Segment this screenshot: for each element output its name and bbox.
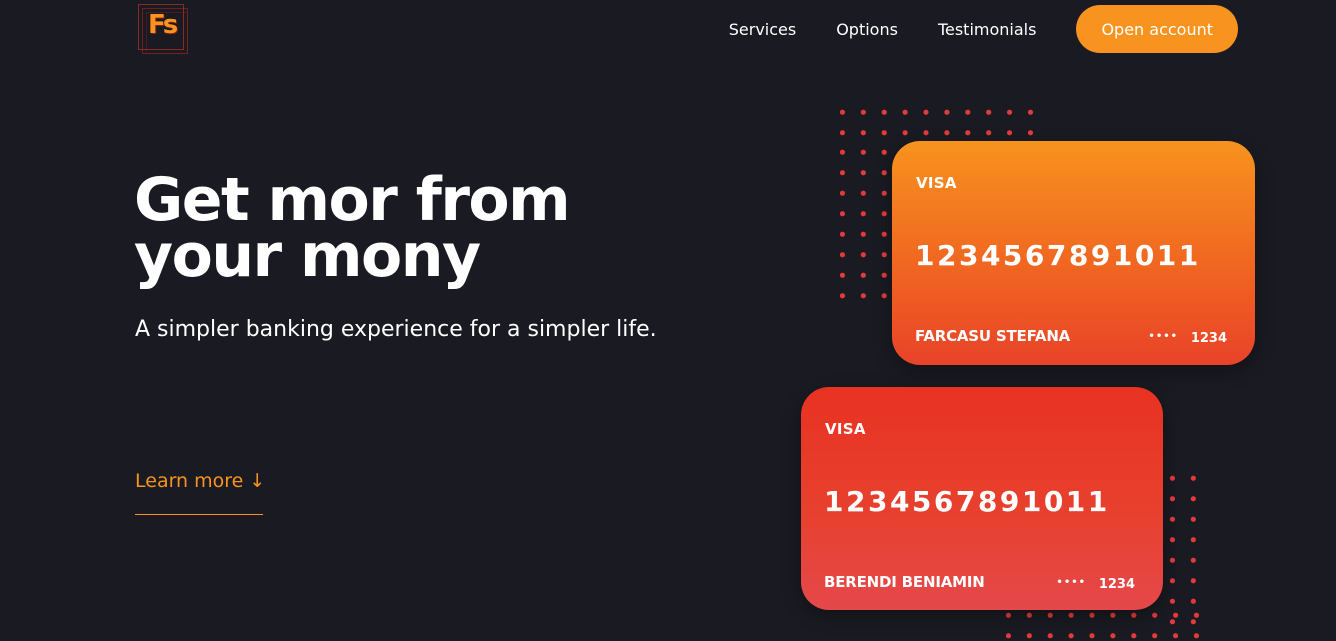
open-account-button[interactable]: Open account [1076,5,1238,53]
card-holder-name: FARCASU STEFANA [915,327,1071,345]
brand-logo[interactable]: Fs [138,4,190,56]
card-number-mask: •••• [1148,331,1178,342]
card-last-four: 1234 [1098,577,1135,592]
dot-grid-decoration [832,142,895,306]
card-brand: VISA [916,174,957,192]
hero-subtitle: A simpler banking experience for a simpl… [135,317,657,342]
card-number: 1234567891011 [824,485,1110,518]
credit-card-red: VISA 1234567891011 BERENDI BENIAMIN ••••… [801,387,1163,610]
dot-grid-decoration [832,102,1041,142]
card-brand: VISA [825,420,866,438]
learn-more-link[interactable]: Learn more ↓ [135,470,265,515]
main-nav: Services Options Testimonials Open accou… [729,0,1238,58]
credit-card-orange: VISA 1234567891011 FARCASU STEFANA •••• … [892,141,1255,365]
nav-link-options[interactable]: Options [836,20,898,39]
hero-title: Get mor from your mony [134,170,694,286]
nav-link-services[interactable]: Services [729,20,796,39]
logo-monogram: Fs [148,10,178,40]
card-holder-name: BERENDI BENIAMIN [824,573,985,591]
card-number: 1234567891011 [915,239,1201,272]
dot-grid-decoration [1162,468,1204,628]
nav-link-testimonials[interactable]: Testimonials [938,20,1037,39]
card-last-four: 1234 [1190,331,1227,346]
dot-grid-decoration [998,605,1204,641]
hero-title-line: your mony [134,221,481,291]
card-number-mask: •••• [1056,577,1086,588]
